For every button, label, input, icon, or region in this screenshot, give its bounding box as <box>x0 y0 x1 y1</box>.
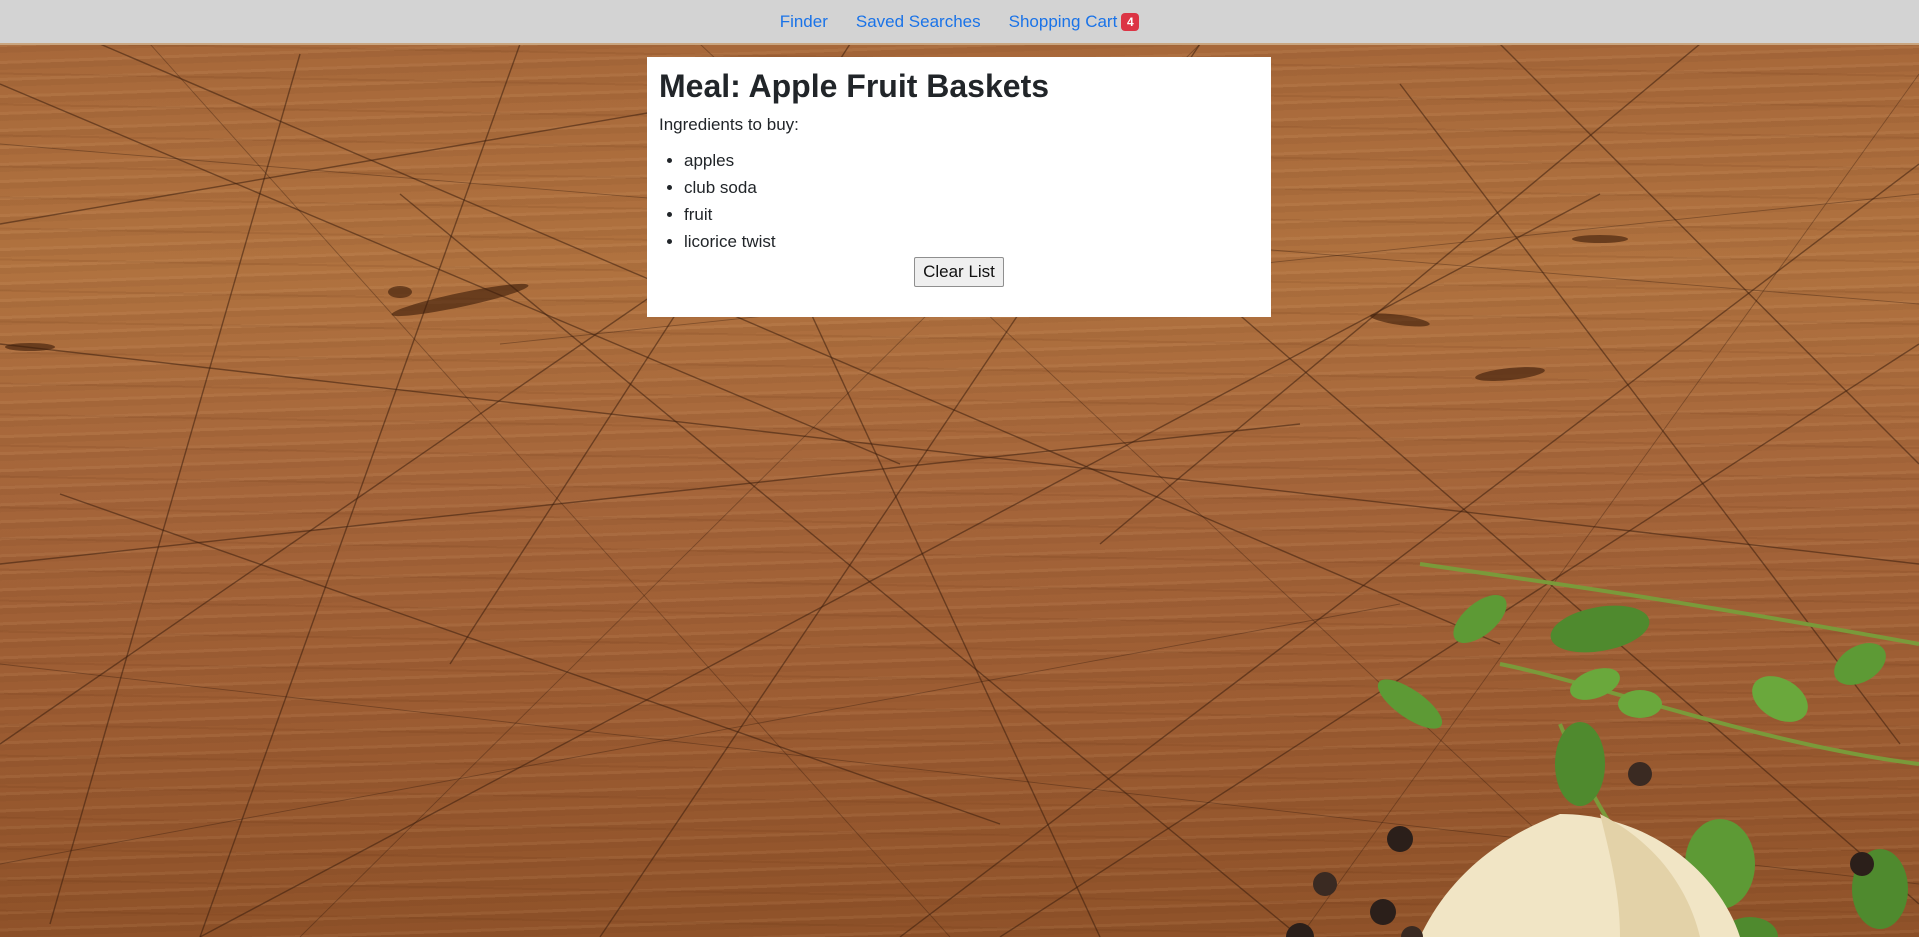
ingredient-item: club soda <box>684 174 1259 201</box>
shopping-cart-label: Shopping Cart <box>1008 11 1118 31</box>
meal-title: Meal: Apple Fruit Baskets <box>659 68 1050 104</box>
ingredients-subtitle: Ingredients to buy: <box>659 115 799 135</box>
herb-garnish <box>1286 562 1919 937</box>
ingredient-item: fruit <box>684 201 1259 228</box>
nav-link-saved-searches[interactable]: Saved Searches <box>856 12 981 32</box>
ingredient-item: licorice twist <box>684 228 1259 255</box>
nav-link-shopping-cart[interactable]: Shopping Cart 4 <box>1009 12 1140 32</box>
cart-count-badge: 4 <box>1121 12 1140 31</box>
ingredient-item: apples <box>684 147 1259 174</box>
clear-list-button[interactable]: Clear List <box>914 257 1004 288</box>
nav-link-finder[interactable]: Finder <box>780 12 828 32</box>
ingredients-list: apples club soda fruit licorice twist <box>659 147 1259 255</box>
button-row: Clear List <box>659 257 1259 288</box>
top-navbar: Finder Saved Searches Shopping Cart 4 <box>0 0 1919 45</box>
meal-shopping-list-card: Meal: Apple Fruit Baskets Ingredients to… <box>647 57 1271 317</box>
